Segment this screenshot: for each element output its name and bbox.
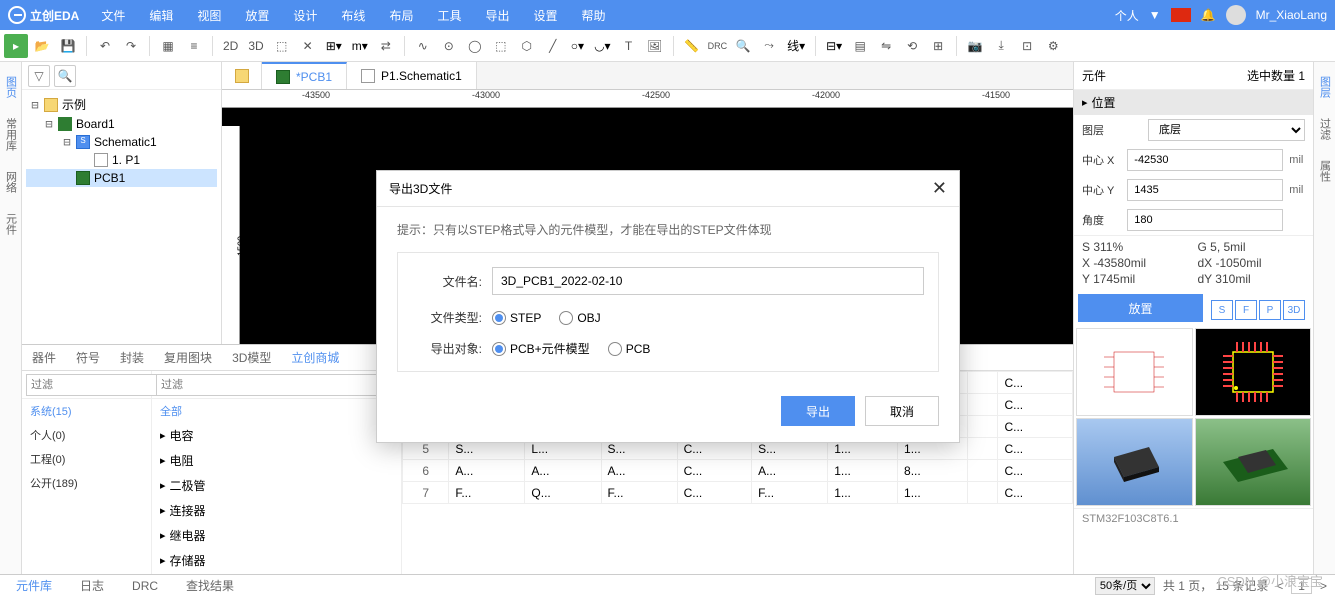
filetype-label: 文件类型:	[412, 309, 482, 326]
exportobj-pcb[interactable]: PCB	[608, 342, 651, 356]
dialog-hint: 提示：只有以STEP格式导入的元件模型，才能在导出的STEP文件体现	[397, 221, 939, 238]
filename-label: 文件名:	[412, 273, 482, 290]
filetype-step[interactable]: STEP	[492, 311, 541, 325]
dialog-title: 导出3D文件	[389, 180, 452, 197]
export-3d-dialog: 导出3D文件 ✕ 提示：只有以STEP格式导入的元件模型，才能在导出的STEP文…	[376, 170, 960, 443]
exportobj-pcbmodel[interactable]: PCB+元件模型	[492, 340, 590, 357]
filetype-obj[interactable]: OBJ	[559, 311, 600, 325]
modal-overlay: 导出3D文件 ✕ 提示：只有以STEP格式导入的元件模型，才能在导出的STEP文…	[0, 0, 1335, 596]
cancel-button[interactable]: 取消	[865, 396, 939, 426]
export-button[interactable]: 导出	[781, 396, 855, 426]
exportobj-label: 导出对象:	[412, 340, 482, 357]
filename-input[interactable]	[492, 267, 924, 295]
close-icon[interactable]: ✕	[932, 178, 947, 199]
